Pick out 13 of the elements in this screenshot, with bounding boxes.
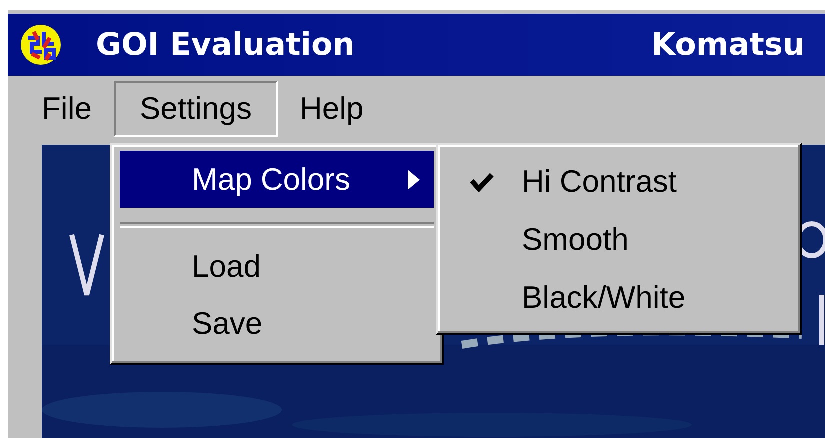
menu-item[interactable]: Map Colors — [120, 151, 434, 208]
app-logo-icon — [20, 24, 62, 66]
menu-item[interactable]: Smooth — [442, 211, 796, 269]
menu-item[interactable]: Hi Contrast — [442, 153, 796, 211]
menu-item[interactable]: File — [28, 81, 106, 137]
menu-item[interactable]: Save — [120, 295, 434, 352]
menu-item[interactable]: Load — [120, 238, 434, 295]
window-subtitle: Komatsu — [652, 27, 806, 63]
menu-item[interactable]: Settings — [114, 81, 278, 137]
menu-item[interactable]: Black/White — [442, 269, 796, 327]
submenu-arrow-icon — [408, 170, 420, 190]
window-title: GOI Evaluation — [96, 27, 355, 63]
menu-item[interactable]: Help — [286, 81, 378, 137]
